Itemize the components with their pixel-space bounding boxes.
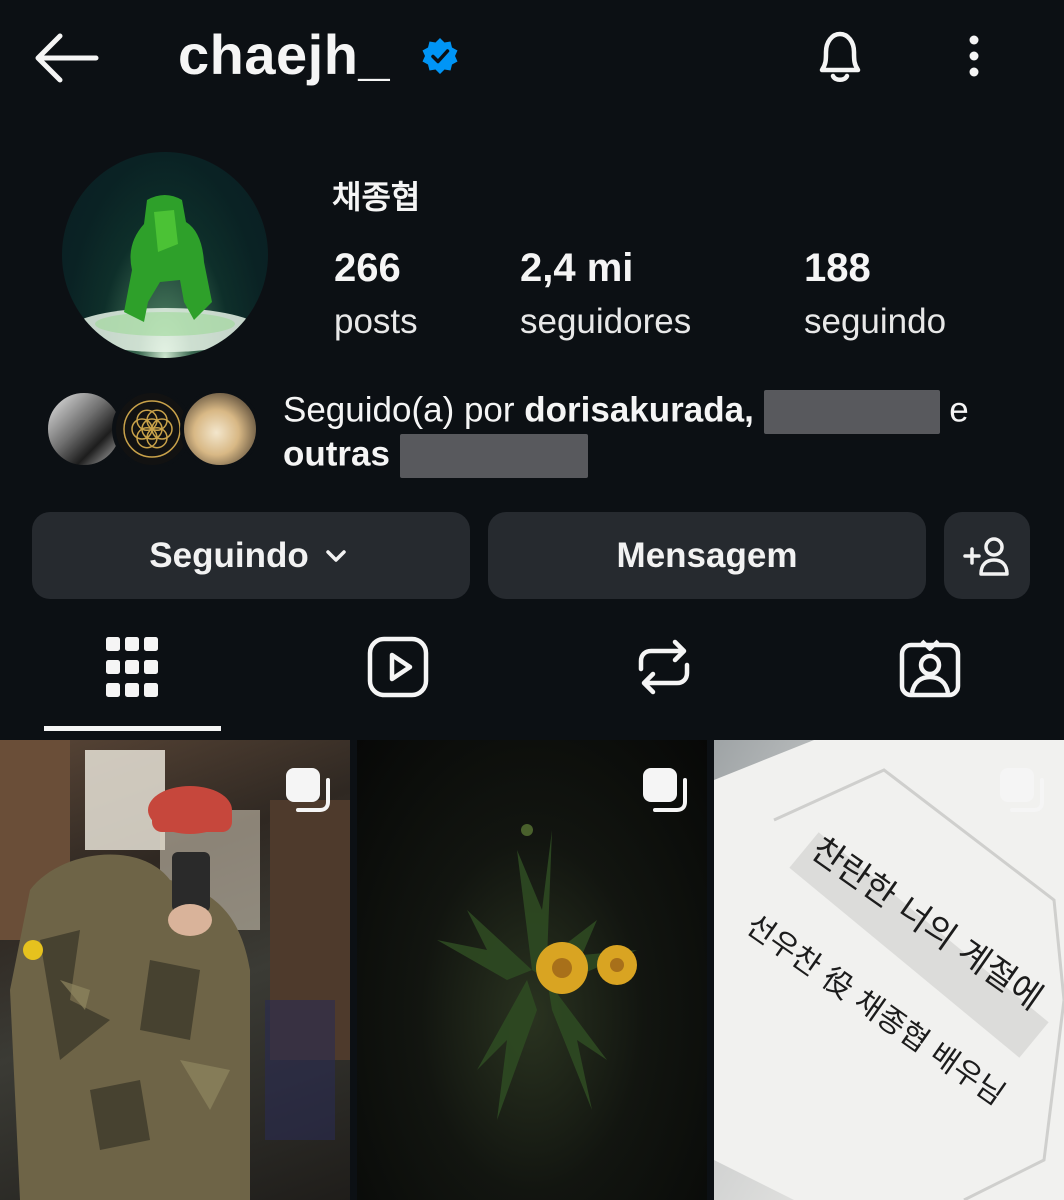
followed-by-text-line2: outras — [283, 434, 588, 478]
add-user-icon — [963, 536, 1009, 576]
follower-avatar[interactable] — [180, 389, 260, 469]
following-button[interactable]: Seguindo — [32, 512, 470, 599]
arrow-left-icon — [35, 33, 99, 83]
followers-label[interactable]: seguidores — [520, 302, 691, 342]
followed-by-conjunction: e — [939, 390, 969, 430]
reels-icon — [367, 636, 429, 698]
tab-posts[interactable] — [92, 627, 172, 707]
followed-by-prefix: Seguido(a) por — [283, 390, 525, 430]
following-count[interactable]: 188 — [804, 246, 871, 291]
back-button[interactable] — [30, 28, 102, 88]
multiple-photos-icon — [643, 768, 687, 812]
tagged-icon — [899, 639, 961, 698]
following-label[interactable]: seguindo — [804, 302, 946, 342]
more-options-button[interactable] — [956, 30, 992, 82]
followed-by-others[interactable]: outras — [283, 434, 390, 473]
grid-icon — [106, 637, 158, 697]
message-button-label: Mensagem — [616, 535, 798, 575]
followers-count[interactable]: 2,4 mi — [520, 246, 633, 291]
message-button[interactable]: Mensagem — [488, 512, 926, 599]
multiple-photos-icon — [1000, 768, 1044, 812]
multiple-photos-icon — [286, 768, 330, 812]
posts-label[interactable]: posts — [334, 302, 418, 342]
more-vertical-icon — [969, 35, 979, 77]
bell-icon — [819, 31, 861, 82]
verified-badge-icon — [420, 36, 460, 76]
tab-selected-indicator — [44, 726, 221, 731]
notifications-button[interactable] — [808, 24, 872, 88]
tab-reposts[interactable] — [624, 627, 704, 707]
profile-username: chaejh_ — [178, 23, 391, 86]
posts-count[interactable]: 266 — [334, 246, 401, 291]
post-thumbnail[interactable] — [357, 740, 707, 1200]
followed-by-user[interactable]: dorisakurada, — [524, 390, 754, 429]
redacted-username — [763, 390, 940, 434]
tab-tagged[interactable] — [890, 627, 970, 707]
post-thumbnail[interactable] — [0, 740, 350, 1200]
profile-avatar[interactable] — [62, 152, 268, 358]
followed-by-text: Seguido(a) por dorisakurada, e — [283, 390, 969, 434]
redacted-count — [399, 434, 588, 478]
suggest-users-button[interactable] — [944, 512, 1030, 599]
following-button-label: Seguindo — [149, 535, 309, 575]
post-thumbnail[interactable]: 찬란한 너의 계절에 선우찬 役 채종협 배우님 — [714, 740, 1064, 1200]
profile-full-name: 채종협 — [332, 179, 421, 215]
tab-reels[interactable] — [358, 627, 438, 707]
chevron-down-icon — [325, 549, 346, 562]
repost-icon — [638, 639, 690, 695]
